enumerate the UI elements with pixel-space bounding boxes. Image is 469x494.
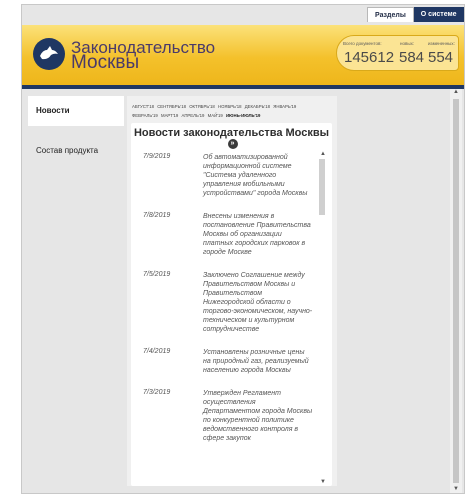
news-date: 7/9/2019: [143, 153, 171, 160]
news-item[interactable]: 7/8/2019 Внесены изменения в постановлен…: [133, 212, 318, 257]
new-docs-label: новых:: [400, 41, 415, 46]
month-link[interactable]: МАЙ'19: [208, 113, 223, 118]
month-link[interactable]: ОКТЯБРЬ'18: [189, 104, 215, 109]
news-item[interactable]: 7/3/2019 Утвержден Регламент осуществлен…: [133, 389, 318, 443]
month-link[interactable]: ЯНВАРЬ'19: [273, 104, 296, 109]
month-link[interactable]: СЕНТЯБРЬ'18: [157, 104, 186, 109]
news-date: 7/8/2019: [143, 212, 171, 219]
news-scroll-up-icon[interactable]: ▲: [320, 151, 326, 157]
moscow-emblem-icon: [33, 38, 65, 70]
changed-docs-count: 554: [428, 49, 454, 66]
month-link[interactable]: НОЯБРЬ'18: [218, 104, 242, 109]
news-item[interactable]: 7/5/2019 Заключено Соглашение между Прав…: [133, 271, 318, 334]
news-list: 7/9/2019 Об автоматизированной информаци…: [133, 153, 318, 483]
top-tabs: Разделы О системе: [367, 7, 464, 22]
new-docs-count: 584: [399, 49, 425, 66]
news-date: 7/3/2019: [143, 389, 171, 396]
header-title-line2: Москвы: [71, 52, 140, 73]
news-text[interactable]: Об автоматизированной информационной сис…: [203, 153, 313, 198]
month-link-current[interactable]: ИЮНЬ-ИЮЛЬ'19: [226, 113, 260, 118]
arrow-circle-icon[interactable]: »: [227, 139, 238, 150]
news-date: 7/5/2019: [143, 271, 171, 278]
sidebar-item-news[interactable]: Новости: [28, 96, 124, 126]
news-title: Новости законодательства Москвы »: [131, 128, 332, 150]
sidebar: Новости Состав продукта: [28, 96, 124, 486]
document-stats: Всего документов: новых: измененных: 145…: [336, 35, 459, 71]
month-filter: АВГУСТ'18 СЕНТЯБРЬ'18 ОКТЯБРЬ'18 НОЯБРЬ'…: [132, 102, 328, 120]
page-scroll-up-icon[interactable]: ▲: [453, 89, 459, 95]
month-link[interactable]: АПРЕЛЬ'19: [182, 113, 205, 118]
total-docs-count: 145612: [344, 49, 395, 66]
news-scroll-thumb[interactable]: [319, 159, 325, 215]
page-scroll-thumb[interactable]: [453, 99, 459, 483]
news-scroll-down-icon[interactable]: ▼: [320, 479, 326, 485]
month-link[interactable]: МАРТ'19: [161, 113, 178, 118]
page-scrollbar[interactable]: [450, 89, 462, 493]
news-scrollbar[interactable]: [319, 153, 325, 483]
news-item[interactable]: 7/4/2019 Установлены розничные цены на п…: [133, 348, 318, 375]
news-title-text: Новости законодательства Москвы: [133, 127, 330, 139]
news-text[interactable]: Заключено Соглашение между Правительство…: [203, 271, 313, 334]
month-link[interactable]: АВГУСТ'18: [132, 104, 154, 109]
page-scroll-down-icon[interactable]: ▼: [453, 486, 459, 492]
tab-sections[interactable]: Разделы: [367, 7, 414, 22]
month-link[interactable]: ФЕВРАЛЬ'19: [132, 113, 158, 118]
changed-docs-label: измененных:: [428, 41, 455, 46]
total-docs-label: Всего документов:: [343, 41, 382, 46]
news-text[interactable]: Внесены изменения в постановление Правит…: [203, 212, 313, 257]
sidebar-item-product[interactable]: Состав продукта: [28, 136, 124, 166]
tab-about[interactable]: О системе: [413, 7, 464, 22]
month-link[interactable]: ДЕКАБРЬ'18: [245, 104, 270, 109]
news-date: 7/4/2019: [143, 348, 171, 355]
news-text[interactable]: Утвержден Регламент осуществления Департ…: [203, 389, 313, 443]
news-item[interactable]: 7/9/2019 Об автоматизированной информаци…: [133, 153, 318, 198]
news-text[interactable]: Установлены розничные цены на природный …: [203, 348, 313, 375]
